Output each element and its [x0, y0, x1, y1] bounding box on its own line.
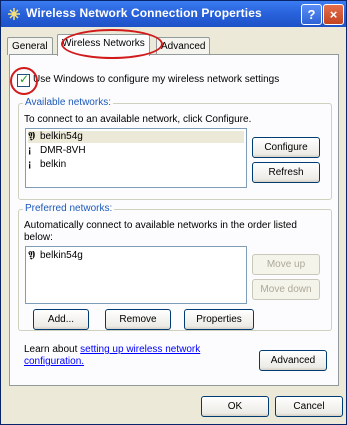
available-networks-description: To connect to an available network, clic…: [24, 114, 252, 125]
learn-about-text: Learn about setting up wireless network: [24, 344, 201, 355]
checkmark-icon: ✓: [19, 72, 30, 86]
preferred-networks-description-1: Automatically connect to available netwo…: [24, 220, 297, 231]
cancel-button[interactable]: Cancel: [275, 396, 343, 417]
preferred-networks-legend: Preferred networks:: [23, 203, 115, 214]
help-button[interactable]: ?: [301, 4, 322, 25]
configure-button[interactable]: Configure: [252, 137, 320, 158]
close-button[interactable]: ×: [323, 4, 344, 25]
window-title: Wireless Network Connection Properties: [26, 6, 262, 20]
available-networks-legend: Available networks:: [23, 97, 113, 108]
properties-button[interactable]: Properties: [184, 309, 254, 330]
title-bar[interactable]: Wireless Network Connection Properties ?…: [1, 1, 346, 27]
tab-advanced[interactable]: Advanced: [156, 37, 211, 55]
preferred-networks-list[interactable]: 𝖄belkin54g: [25, 246, 247, 304]
move-down-button[interactable]: Move down: [252, 279, 320, 300]
wireless-antenna-icon: 𝖄: [28, 250, 36, 261]
tab-wireless-networks[interactable]: Wireless Networks: [57, 34, 150, 56]
network-connection-icon: [8, 8, 20, 20]
list-item[interactable]: ¡ DMR-8VH: [28, 145, 86, 157]
available-networks-list[interactable]: 𝖄belkin54g ¡ DMR-8VH ¡ belkin: [25, 128, 247, 188]
tab-general[interactable]: General: [7, 37, 53, 55]
remove-button[interactable]: Remove: [105, 309, 171, 330]
move-up-button[interactable]: Move up: [252, 254, 320, 275]
preferred-networks-description-2: below:: [24, 232, 53, 243]
ok-button[interactable]: OK: [201, 396, 269, 417]
setup-wireless-link[interactable]: setting up wireless network: [80, 344, 200, 355]
configuration-link[interactable]: configuration.: [24, 356, 84, 367]
advanced-button[interactable]: Advanced: [259, 350, 327, 371]
antenna-icon: ¡: [28, 145, 32, 156]
use-windows-label: Use Windows to configure my wireless net…: [33, 74, 280, 85]
properties-window: Wireless Network Connection Properties ?…: [0, 0, 347, 425]
wireless-antenna-icon: 𝖄: [28, 131, 36, 142]
list-item[interactable]: 𝖄belkin54g: [28, 131, 244, 143]
list-item[interactable]: 𝖄belkin54g: [28, 250, 83, 262]
add-button[interactable]: Add...: [33, 309, 89, 330]
refresh-button[interactable]: Refresh: [252, 162, 320, 183]
list-item[interactable]: ¡ belkin: [28, 159, 66, 171]
use-windows-checkbox[interactable]: ✓: [17, 72, 30, 87]
antenna-icon: ¡: [28, 159, 32, 170]
